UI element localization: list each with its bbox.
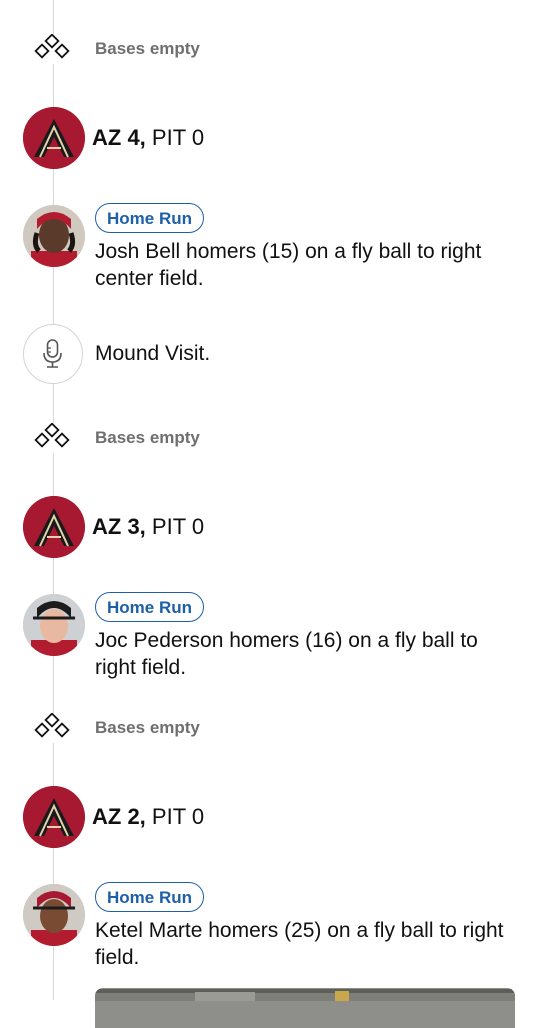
bases-empty-label: Bases empty [95, 718, 200, 737]
play-description: Josh Bell homers (15) on a fly ball to r… [95, 240, 482, 290]
score-row: AZ 2, PIT 0 [0, 785, 534, 849]
bases-empty-label: Bases empty [95, 428, 200, 447]
score-text: AZ 2, PIT 0 [92, 804, 204, 830]
dbacks-logo-icon [23, 107, 85, 169]
play-description: Ketel Marte homers (25) on a fly ball to… [95, 919, 504, 969]
dbacks-logo-icon [23, 786, 85, 848]
mic-circle [23, 324, 83, 384]
score-row: AZ 4, PIT 0 [0, 106, 534, 170]
player-avatar [23, 884, 85, 946]
home-run-badge: Home Run [95, 592, 204, 622]
play-row: Home Run Joc Pederson homers (16) on a f… [0, 592, 534, 682]
home-run-badge: Home Run [95, 882, 204, 912]
player-avatar [23, 594, 85, 656]
bases-row: Bases empty [0, 32, 534, 66]
play-row: Home Run Ketel Marte homers (25) on a fl… [0, 882, 534, 972]
mound-visit-text: Mound Visit. [95, 342, 211, 365]
play-description: Joc Pederson homers (16) on a fly ball t… [95, 629, 478, 679]
bases-empty-label: Bases empty [95, 39, 200, 58]
bases-empty-icon [33, 713, 73, 743]
score-row: AZ 3, PIT 0 [0, 495, 534, 559]
microphone-icon [43, 339, 62, 368]
bases-row: Bases empty [0, 421, 534, 455]
play-row: Home Run Josh Bell homers (15) on a fly … [0, 203, 534, 293]
score-leader: AZ 4, [92, 125, 146, 150]
score-text: AZ 4, PIT 0 [92, 125, 204, 151]
player-avatar [23, 205, 85, 267]
score-leader: AZ 3, [92, 514, 146, 539]
score-text: AZ 3, PIT 0 [92, 514, 204, 540]
score-trailer: PIT 0 [151, 125, 205, 150]
dbacks-logo-icon [23, 496, 85, 558]
bases-row: Bases empty [0, 711, 534, 745]
score-trailer: PIT 0 [151, 804, 205, 829]
home-run-badge: Home Run [95, 203, 204, 233]
score-leader: AZ 2, [92, 804, 146, 829]
score-trailer: PIT 0 [151, 514, 205, 539]
mound-visit-row: Mound Visit. [0, 324, 534, 384]
bases-empty-icon [33, 423, 73, 453]
video-thumbnail[interactable] [95, 988, 515, 1028]
bases-empty-icon [33, 34, 73, 64]
